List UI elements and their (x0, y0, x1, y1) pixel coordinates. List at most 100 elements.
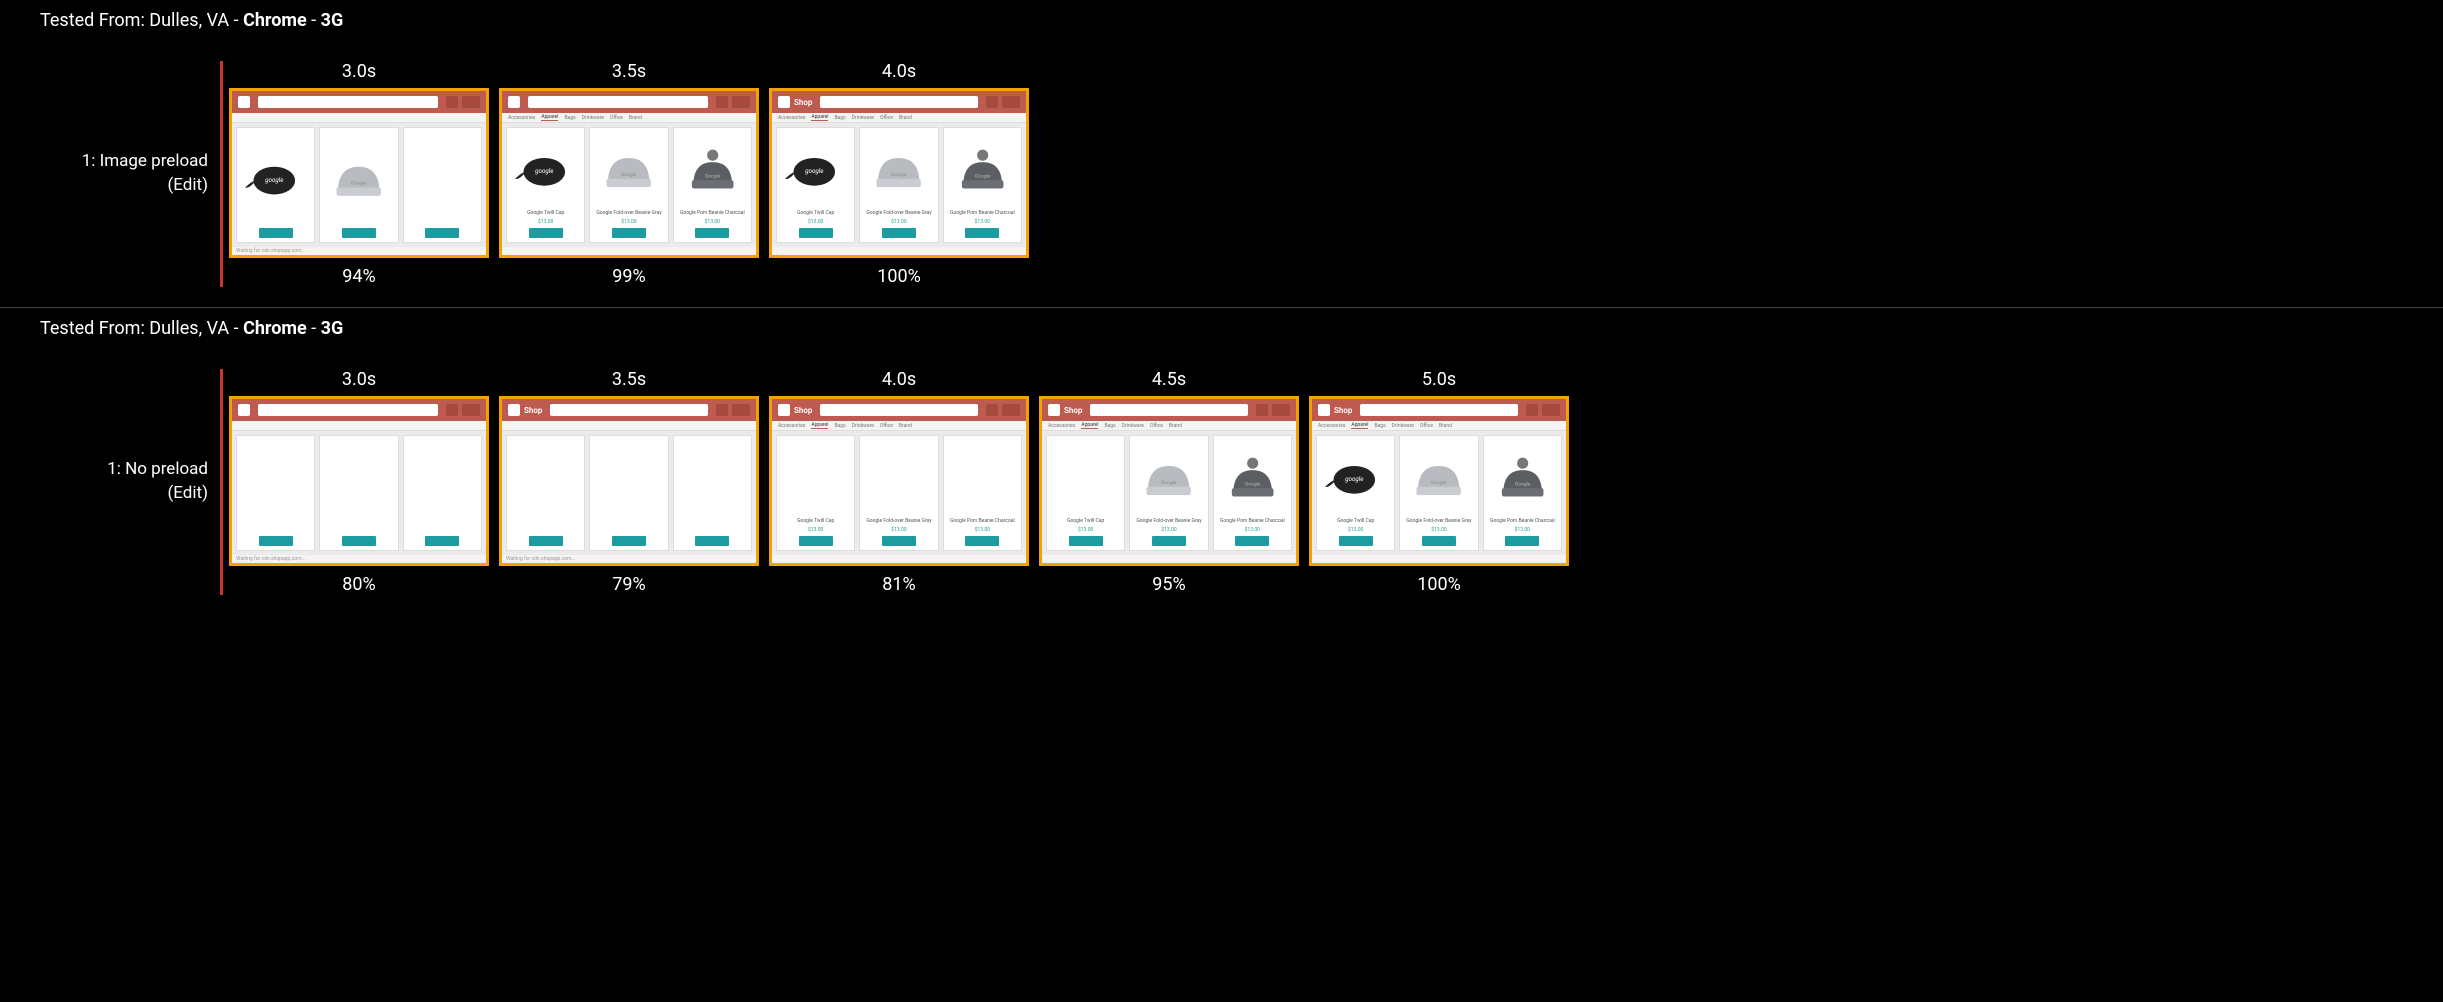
nav-item[interactable]: Brand (629, 115, 642, 121)
search-button-icon[interactable] (986, 96, 998, 108)
search-button-icon[interactable] (446, 96, 458, 108)
product-card (673, 435, 752, 551)
filmstrip-thumbnail[interactable]: Shop AccessoriesApparelBagsDrinkwareOffi… (1309, 396, 1569, 566)
cart-icon[interactable] (732, 96, 750, 108)
add-to-cart-button[interactable] (965, 228, 999, 238)
nav-item[interactable]: Apparel (1081, 422, 1098, 429)
add-to-cart-button[interactable] (259, 228, 293, 238)
nav-item[interactable]: Bags (1374, 423, 1385, 429)
add-to-cart-button[interactable] (1422, 536, 1456, 546)
filmstrip-thumbnail[interactable]: Shop AccessoriesApparelBagsDrinkwareOffi… (769, 88, 1029, 258)
add-to-cart-button[interactable] (342, 536, 376, 546)
nav-item[interactable]: Bags (1104, 423, 1115, 429)
add-to-cart-button[interactable] (882, 536, 916, 546)
search-input[interactable] (820, 404, 978, 416)
product-price: $13.00 (1161, 527, 1176, 533)
product-image: google (781, 132, 850, 208)
nav-item[interactable]: Drinkware (852, 115, 874, 121)
nav-item[interactable]: Brand (899, 423, 912, 429)
search-input[interactable] (258, 96, 438, 108)
nav-item[interactable]: Brand (1439, 423, 1452, 429)
nav-item[interactable]: Bags (834, 423, 845, 429)
add-to-cart-button[interactable] (882, 228, 916, 238)
add-to-cart-button[interactable] (1235, 536, 1269, 546)
search-button-icon[interactable] (716, 404, 728, 416)
nav-item[interactable]: Bags (834, 115, 845, 121)
nav-item[interactable]: Brand (899, 115, 912, 121)
nav-item[interactable]: Apparel (811, 422, 828, 429)
filmstrip-thumbnail[interactable]: Accessories Apparel Bags Drinkware Office Bra… (499, 88, 759, 258)
nav-item[interactable]: Drinkware (582, 115, 604, 121)
product-name: Google Fold-over Beanie Gray (596, 211, 661, 217)
search-button-icon[interactable] (446, 404, 458, 416)
add-to-cart-button[interactable] (259, 536, 293, 546)
filmstrip-thumbnail[interactable]: Shop AccessoriesApparelBagsDrinkwareOffi… (769, 396, 1029, 566)
product-image (864, 440, 933, 516)
nav-item[interactable]: Office (610, 115, 623, 121)
add-to-cart-button[interactable] (965, 536, 999, 546)
add-to-cart-button[interactable] (425, 536, 459, 546)
cart-icon[interactable] (1272, 404, 1290, 416)
add-to-cart-button[interactable] (529, 228, 563, 238)
add-to-cart-button[interactable] (1339, 536, 1373, 546)
filmstrip-frame: 4.0s Shop AccessoriesApparelBagsDrinkwar… (769, 61, 1029, 287)
add-to-cart-button[interactable] (612, 228, 646, 238)
nav-item[interactable]: Office (880, 115, 893, 121)
frame-visual-complete: 80% (342, 574, 375, 595)
search-input[interactable] (1360, 404, 1518, 416)
search-button-icon[interactable] (1526, 404, 1538, 416)
add-to-cart-button[interactable] (799, 536, 833, 546)
product-pom-beanie-icon: Google (1488, 440, 1557, 516)
search-input[interactable] (258, 404, 438, 416)
add-to-cart-button[interactable] (695, 536, 729, 546)
add-to-cart-button[interactable] (695, 228, 729, 238)
nav-item[interactable]: Office (1150, 423, 1163, 429)
nav-item[interactable]: Accessories (1048, 423, 1075, 429)
edit-link[interactable]: (Edit) (167, 174, 208, 198)
cart-icon[interactable] (732, 404, 750, 416)
search-button-icon[interactable] (716, 96, 728, 108)
nav-item[interactable]: Accessories (508, 115, 535, 121)
nav-item[interactable]: Drinkware (852, 423, 874, 429)
filmstrip-thumbnail[interactable]: Shop Waiting for cdn.shopapp.com.. (499, 396, 759, 566)
cart-icon[interactable] (1002, 404, 1020, 416)
add-to-cart-button[interactable] (1505, 536, 1539, 546)
cart-icon[interactable] (462, 96, 480, 108)
product-image: google (511, 132, 580, 208)
cart-icon[interactable] (1542, 404, 1560, 416)
add-to-cart-button[interactable] (799, 228, 833, 238)
test-name: 1: No preload (107, 458, 208, 482)
edit-link[interactable]: (Edit) (167, 482, 208, 506)
search-input[interactable] (528, 96, 708, 108)
nav-item[interactable]: Apparel (811, 114, 828, 121)
filmstrip-thumbnail[interactable]: Shop AccessoriesApparelBagsDrinkwareOffi… (1039, 396, 1299, 566)
cart-icon[interactable] (462, 404, 480, 416)
nav-item[interactable]: Accessories (778, 115, 805, 121)
search-input[interactable] (1090, 404, 1248, 416)
nav-item[interactable]: Brand (1169, 423, 1182, 429)
search-button-icon[interactable] (986, 404, 998, 416)
add-to-cart-button[interactable] (425, 228, 459, 238)
nav-item[interactable]: Apparel (1351, 422, 1368, 429)
add-to-cart-button[interactable] (342, 228, 376, 238)
search-button-icon[interactable] (1256, 404, 1268, 416)
nav-item[interactable]: Bags (564, 115, 575, 121)
cart-icon[interactable] (1002, 96, 1020, 108)
frame-visual-complete: 79% (612, 574, 645, 595)
filmstrip-thumbnail[interactable]: google Google Waiting for cdn.shopapp.co… (229, 88, 489, 258)
nav-item[interactable]: Drinkware (1392, 423, 1414, 429)
add-to-cart-button[interactable] (529, 536, 563, 546)
add-to-cart-button[interactable] (1152, 536, 1186, 546)
add-to-cart-button[interactable] (1069, 536, 1103, 546)
nav-item[interactable]: Apparel (541, 114, 558, 121)
nav-item[interactable]: Office (880, 423, 893, 429)
add-to-cart-button[interactable] (612, 536, 646, 546)
shop-nav: Accessories Apparel Bags Drinkware Office Bra… (1312, 421, 1566, 431)
search-input[interactable] (550, 404, 708, 416)
nav-item[interactable]: Accessories (1318, 423, 1345, 429)
nav-item[interactable]: Accessories (778, 423, 805, 429)
filmstrip-thumbnail[interactable]: Waiting for cdn.shopapp.com... (229, 396, 489, 566)
nav-item[interactable]: Drinkware (1122, 423, 1144, 429)
search-input[interactable] (820, 96, 978, 108)
nav-item[interactable]: Office (1420, 423, 1433, 429)
